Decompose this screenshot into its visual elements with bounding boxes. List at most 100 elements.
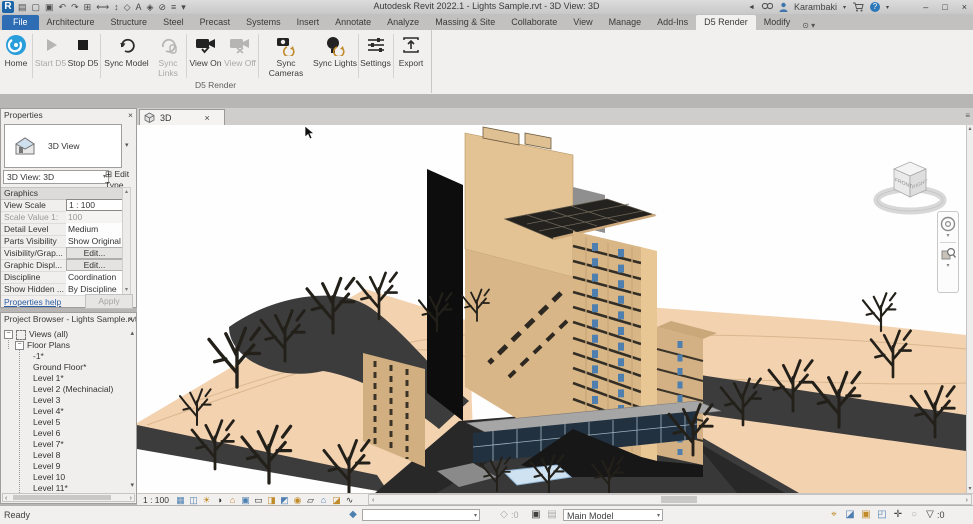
view-tab-3d[interactable]: 3D × [139,109,225,125]
worksets-icon[interactable]: ◆ [347,509,359,521]
undo-icon[interactable]: ↶ [59,2,67,13]
exclude-options-icon[interactable]: ▤ [546,509,558,521]
shadows-icon[interactable]: ◑ [214,495,225,506]
analytical-model-icon[interactable]: ⌂ [318,495,329,506]
text-icon[interactable]: A [136,2,142,12]
scale-control[interactable]: 1 : 100 [143,495,169,505]
temporary-view-properties-icon[interactable]: ▱ [305,495,316,506]
help-icon[interactable]: ? [870,2,880,12]
tab-architecture[interactable]: Architecture [39,15,103,30]
properties-scrollbar[interactable]: ▴ ▾ [122,187,131,295]
tree-scroll-down-icon[interactable]: ▾ [130,481,134,490]
browser-hscrollbar[interactable]: ‹ › [2,493,135,502]
start-d5-button[interactable]: Start D5 [34,32,67,78]
open-icon[interactable]: ▢ [32,2,41,13]
tab-view[interactable]: View [565,15,600,30]
design-option-combo[interactable]: Main Model ▾ [563,509,663,521]
print-icon[interactable]: ⊞ [84,2,92,13]
minimize-button[interactable]: – [919,2,932,12]
view-scale-input[interactable]: 1 : 100 [66,199,125,211]
properties-close-icon[interactable]: × [128,109,133,122]
tab-systems[interactable]: Systems [238,15,289,30]
tab-steel[interactable]: Steel [155,15,192,30]
canvas-vscrollbar[interactable]: ▴ ▾ [966,125,973,493]
sync-lights-button[interactable]: Sync Lights [313,32,357,78]
export-button[interactable]: Export [394,32,428,78]
save-icon[interactable]: ▣ [45,2,54,13]
tree-item-level[interactable]: -1* [33,351,44,361]
view-tab-close-icon[interactable]: × [205,113,210,123]
home-button[interactable]: Home [1,32,31,78]
tab-collaborate[interactable]: Collaborate [503,15,565,30]
view-tab-list-icon[interactable]: ≡ [965,111,970,120]
drag-on-selection-icon[interactable]: ✛ [892,509,904,521]
tab-insert[interactable]: Insert [289,15,328,30]
store-cart-icon[interactable] [852,2,864,12]
tab-manage[interactable]: Manage [601,15,650,30]
zoom-tool-icon[interactable] [941,247,956,262]
default-3d-view-icon[interactable]: ◈ [147,2,154,13]
temporary-hide-isolate-icon[interactable]: ◩ [279,495,290,506]
tree-item-level[interactable]: Level 9 [33,461,60,471]
rendering-dialog-icon[interactable]: ⌂ [227,495,238,506]
properties-header[interactable]: Properties × [1,109,136,122]
customize-qat-icon[interactable]: ▾ [181,2,186,13]
detail-level-icon[interactable]: ◫ [188,495,199,506]
3d-viewport[interactable]: FRONT RIGHT ▾ [137,125,966,493]
filter-icon[interactable]: ▽ [924,509,936,521]
select-pinned-icon[interactable]: ▣ [860,509,872,521]
tab-annotate[interactable]: Annotate [327,15,379,30]
new-doc-icon[interactable]: ▤ [18,2,27,13]
sync-links-button[interactable]: Sync Links [151,32,185,78]
lock-3d-view-icon[interactable]: ◨ [266,495,277,506]
stop-d5-button[interactable]: Stop D5 [67,32,99,78]
design-options-icon[interactable]: ▣ [530,509,542,521]
visual-style-icon[interactable]: ▦ [175,495,186,506]
tree-item-level[interactable]: Level 2 (Mechinacial) [33,384,113,394]
close-button[interactable]: × [958,2,971,12]
back-icon[interactable]: ◄ [748,4,755,11]
type-selector-chevron-icon[interactable]: ▾ [125,141,129,149]
settings-button[interactable]: Settings [359,32,392,78]
tree-node-floor-plans[interactable]: −Floor Plans [15,340,70,350]
user-avatar-icon[interactable] [779,2,788,12]
tree-item-level[interactable]: Level 3 [33,395,60,405]
properties-help-link[interactable]: Properties help [4,297,61,307]
project-browser-close-icon[interactable]: × [128,313,133,326]
tree-item-level[interactable]: Level 4* [33,406,64,416]
tab-modify[interactable]: Modify [756,15,799,30]
signed-in-user[interactable]: Karambaki [794,2,837,12]
tag-icon[interactable]: ◇ [124,2,131,13]
tree-item-level[interactable]: Level 6 [33,428,60,438]
revit-app-icon[interactable]: R [2,1,14,13]
graphic-display-edit-button[interactable]: Edit... [66,259,123,271]
collapse-icon[interactable]: − [15,341,24,350]
tab-analyze[interactable]: Analyze [379,15,427,30]
user-menu-chevron-icon[interactable]: ▾ [843,4,846,11]
crop-view-icon[interactable]: ▣ [240,495,251,506]
thin-lines-icon[interactable]: ≡ [171,2,176,12]
displacement-sets-icon[interactable]: ◪ [331,495,342,506]
tab-structure[interactable]: Structure [103,15,156,30]
collapse-icon[interactable]: − [4,330,13,339]
apply-button[interactable]: Apply [85,294,133,309]
tree-item-level[interactable]: Level 10 [33,472,65,482]
tree-node-views-all[interactable]: −Views (all) [4,329,68,340]
tab-file[interactable]: File [2,15,39,30]
select-underlay-icon[interactable]: ◪ [844,509,856,521]
reveal-hidden-elements-icon[interactable]: ◉ [292,495,303,506]
active-workset-combo[interactable]: ▾ [362,509,480,521]
tab-add-ins[interactable]: Add-Ins [649,15,696,30]
tree-item-level[interactable]: Level 8 [33,450,60,460]
edit-type-button[interactable]: ⊞ Edit Type [105,169,137,182]
sun-path-icon[interactable]: ☀ [201,495,212,506]
tree-item-level[interactable]: Ground Floor* [33,362,86,372]
crop-region-icon[interactable]: ▭ [253,495,264,506]
editable-only-icon[interactable]: ◇ [498,509,510,521]
select-by-face-icon[interactable]: ◰ [876,509,888,521]
tab-precast[interactable]: Precast [192,15,239,30]
sync-cameras-button[interactable]: Sync Cameras [259,32,313,78]
zoom-menu-chevron-icon[interactable]: ▾ [946,264,949,268]
view-selector-combo[interactable]: 3D View: 3D ▾ [3,170,109,184]
tree-scroll-up-icon[interactable]: ▴ [130,329,134,338]
